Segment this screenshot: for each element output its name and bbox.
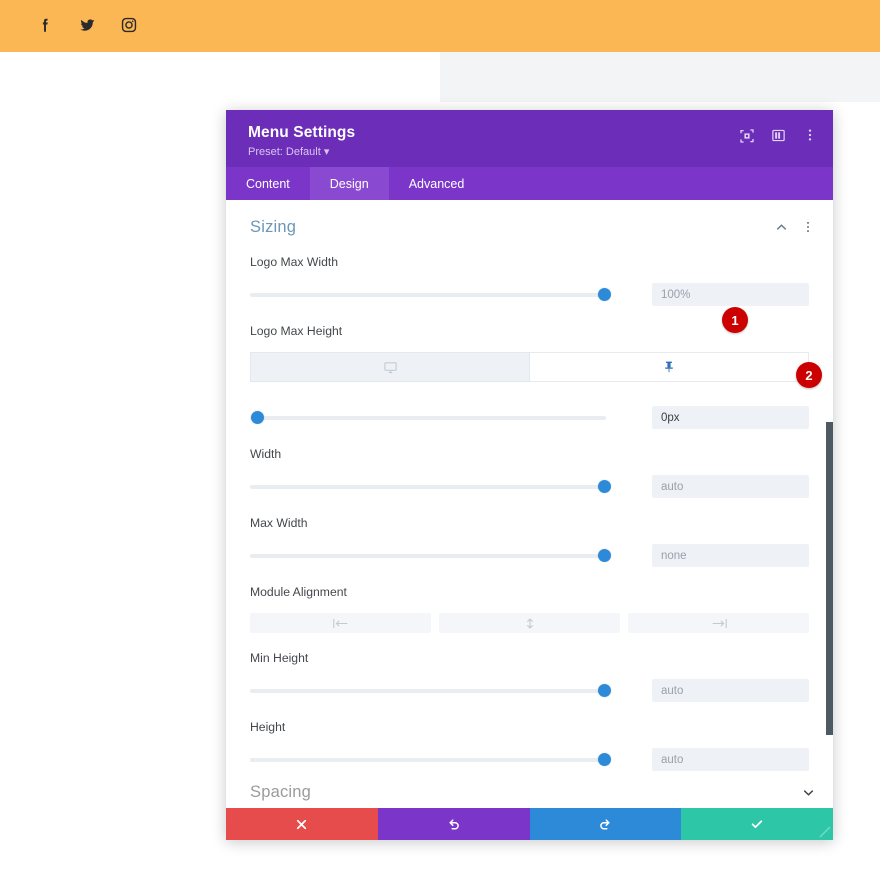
slider-knob[interactable] (251, 411, 264, 424)
tab-design[interactable]: Design (309, 167, 389, 200)
slider-knob[interactable] (598, 753, 611, 766)
tab-content[interactable]: Content (226, 167, 310, 200)
slider-knob[interactable] (598, 684, 611, 697)
max-width-slider[interactable] (250, 548, 611, 564)
desktop-icon (383, 360, 398, 375)
slider-knob[interactable] (598, 549, 611, 562)
slider-track (250, 292, 606, 297)
redo-button[interactable] (529, 808, 682, 840)
cancel-button[interactable] (226, 808, 378, 840)
pin-icon (662, 360, 677, 375)
align-center-button[interactable] (439, 613, 620, 633)
modal-preset[interactable]: Preset: Default ▾ (248, 146, 815, 159)
field-height: Height auto (226, 720, 833, 771)
field-min-height: Min Height auto (226, 651, 833, 702)
save-button[interactable] (681, 808, 833, 840)
field-width: Width auto (226, 447, 833, 498)
width-input[interactable]: auto (652, 475, 809, 498)
slider-track (250, 484, 606, 489)
field-logo-max-height: Logo Max Height 0px (226, 324, 833, 429)
align-right-icon (710, 618, 728, 629)
focus-icon[interactable] (739, 128, 755, 144)
design-panel: Sizing Logo Max Width 100% Logo Max Heig… (226, 200, 833, 813)
field-label: Height (250, 720, 286, 734)
facebook-icon[interactable] (36, 16, 54, 36)
spacing-section-title: Spacing (250, 782, 312, 801)
sizing-section-title: Sizing (250, 218, 297, 236)
undo-button[interactable] (377, 808, 530, 840)
field-label: Module Alignment (250, 585, 347, 599)
callout-badge-2: 2 (796, 362, 822, 388)
menu-settings-modal: Menu Settings Preset: Default ▾ Content … (226, 110, 833, 840)
modal-header-icons (739, 128, 819, 144)
value-text: auto (661, 684, 684, 697)
slider-track (250, 757, 606, 762)
width-slider[interactable] (250, 479, 611, 495)
logo-max-width-slider[interactable] (250, 287, 611, 303)
panel-scrollbar[interactable] (826, 422, 833, 735)
height-input[interactable]: auto (652, 748, 809, 771)
value-text: auto (661, 753, 684, 766)
slider-track (250, 688, 606, 693)
toggle-pin[interactable] (530, 352, 809, 382)
field-max-width: Max Width none (226, 516, 833, 567)
align-right-button[interactable] (628, 613, 809, 633)
value-text: auto (661, 480, 684, 493)
logo-max-height-input[interactable]: 0px (652, 406, 809, 429)
field-logo-max-width: Logo Max Width 100% (226, 255, 833, 306)
max-width-input[interactable]: none (652, 544, 809, 567)
screen: Menu Settings Preset: Default ▾ Content … (0, 0, 880, 883)
module-alignment-group (250, 613, 809, 633)
logo-max-height-toggle-group (250, 352, 809, 382)
field-label: Logo Max Width (250, 255, 339, 269)
chevron-up-icon[interactable] (775, 221, 788, 234)
sizing-section-tools (775, 221, 815, 234)
slider-track (250, 553, 606, 558)
modal-title: Menu Settings (248, 124, 356, 141)
tab-advanced[interactable]: Advanced (389, 167, 485, 200)
min-height-slider[interactable] (250, 683, 611, 699)
callout-badge-1: 1 (722, 307, 748, 333)
preset-label: Preset: Default (248, 146, 321, 158)
resize-handle-icon[interactable] (819, 826, 831, 838)
site-top-bar (0, 0, 880, 52)
toggle-desktop[interactable] (250, 352, 530, 382)
layout-columns-icon[interactable] (771, 128, 787, 144)
more-vertical-icon[interactable] (803, 128, 819, 144)
slider-track (250, 415, 606, 420)
sizing-section-header: Sizing (226, 200, 833, 237)
slider-knob[interactable] (598, 288, 611, 301)
twitter-icon[interactable] (78, 16, 96, 36)
logo-max-height-slider[interactable] (250, 410, 606, 426)
field-label: Max Width (250, 516, 308, 530)
field-module-alignment: Module Alignment (226, 585, 833, 633)
spacing-section-header[interactable]: Spacing (226, 771, 833, 813)
min-height-input[interactable]: auto (652, 679, 809, 702)
height-slider[interactable] (250, 752, 611, 768)
modal-tabs: Content Design Advanced (226, 167, 833, 200)
field-label: Min Height (250, 651, 309, 665)
align-center-icon (521, 617, 539, 629)
align-left-button[interactable] (250, 613, 431, 633)
slider-knob[interactable] (598, 480, 611, 493)
value-text: 100% (661, 288, 691, 301)
preset-caret: ▾ (323, 146, 330, 158)
modal-action-bar (226, 808, 833, 840)
align-left-icon (332, 618, 350, 629)
field-label: Width (250, 447, 282, 461)
page-white-area (0, 52, 440, 102)
value-text: 0px (661, 411, 680, 424)
modal-header: Menu Settings Preset: Default ▾ (226, 110, 833, 167)
chevron-down-icon[interactable] (802, 786, 815, 799)
logo-max-width-input[interactable]: 100% (652, 283, 809, 306)
more-vertical-icon[interactable] (802, 221, 815, 234)
value-text: none (661, 549, 687, 562)
instagram-icon[interactable] (120, 16, 138, 36)
